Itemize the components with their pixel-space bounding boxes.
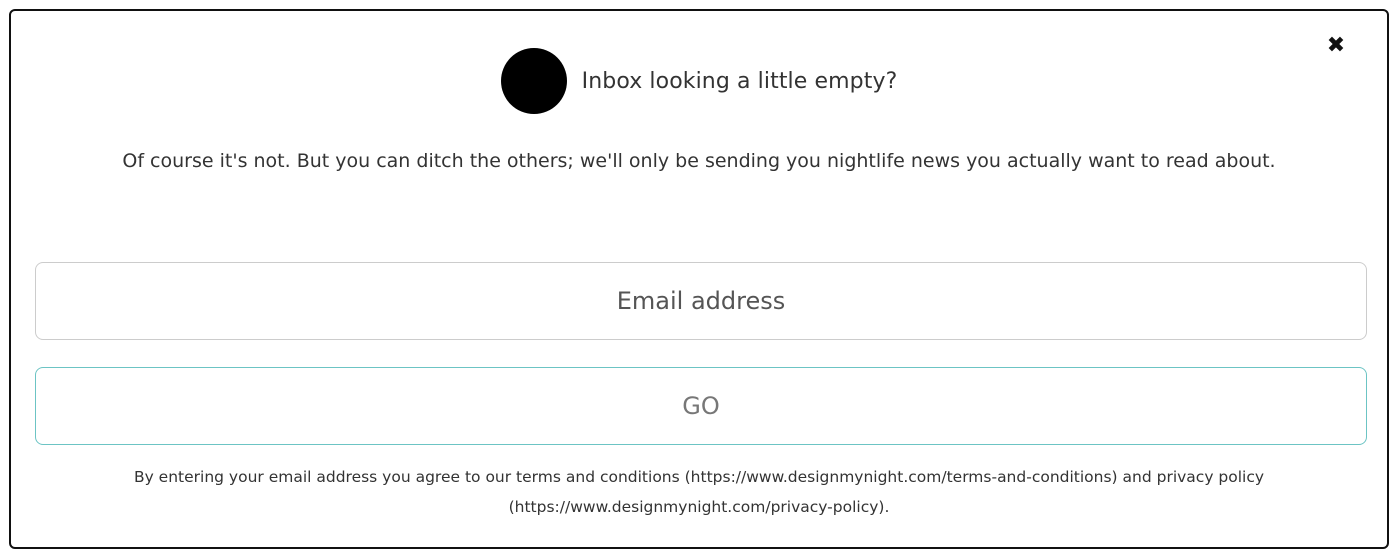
modal-title: Inbox looking a little empty?: [581, 68, 898, 94]
avatar: [500, 48, 567, 114]
newsletter-modal: ✖ Inbox looking a little empty? Of cours…: [9, 9, 1389, 549]
email-field[interactable]: [35, 262, 1367, 340]
modal-header: Inbox looking a little empty?: [11, 48, 1387, 114]
modal-description: Of course it's not. But you can ditch th…: [122, 150, 1276, 172]
legal-disclaimer: By entering your email address you agree…: [133, 468, 1265, 516]
go-button[interactable]: GO: [35, 367, 1367, 445]
